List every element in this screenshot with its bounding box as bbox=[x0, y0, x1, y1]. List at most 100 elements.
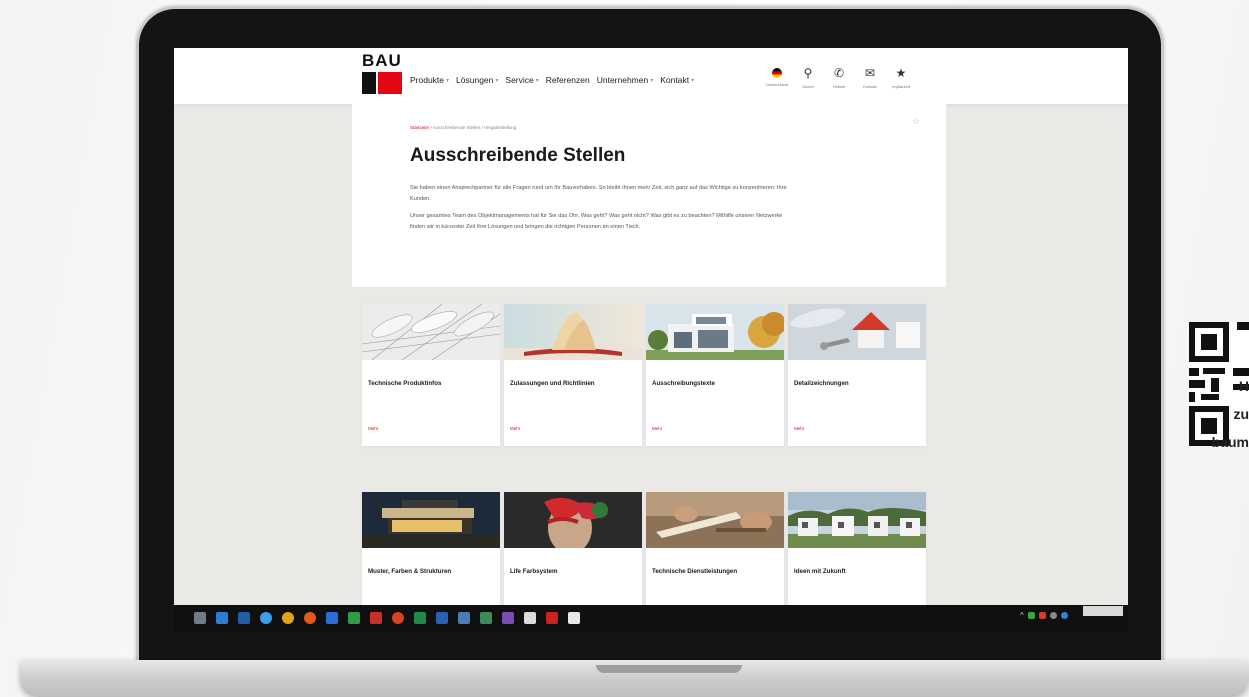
taskbar-app-icon[interactable] bbox=[568, 612, 580, 624]
nav-label: Referenzen bbox=[545, 75, 590, 85]
tile-image-face bbox=[504, 492, 642, 548]
nav-unternehmen[interactable]: Unternehmen ▾ bbox=[597, 75, 654, 85]
taskbar-app-icon[interactable] bbox=[216, 612, 228, 624]
tray-icon[interactable] bbox=[1049, 612, 1057, 619]
tile-title: Technische Produktinfos bbox=[368, 380, 442, 387]
logo-text: BAU bbox=[362, 51, 402, 70]
promo-line: H bbox=[1238, 378, 1249, 394]
tray-icon[interactable] bbox=[1027, 612, 1035, 619]
baumit-logo[interactable]: BAU bbox=[362, 51, 404, 96]
word-icon[interactable] bbox=[436, 612, 448, 624]
tile-more-link[interactable]: Mehr bbox=[794, 426, 804, 431]
tile-detailzeichnungen[interactable]: Detailzeichnungen Mehr bbox=[788, 304, 926, 446]
page-title: Ausschreibende Stellen bbox=[410, 145, 626, 166]
tray-clock[interactable] bbox=[1083, 606, 1123, 616]
tile-title: Zulassungen und Richtlinien bbox=[510, 380, 595, 387]
nav-label: Kontakt bbox=[660, 75, 690, 85]
nav-loesungen[interactable]: Lösungen ▾ bbox=[456, 75, 498, 85]
taskbar-app-icon[interactable] bbox=[194, 612, 206, 624]
intro-card: Startseite › Ausschreibende Stellen / Ve… bbox=[352, 104, 946, 287]
tray-icon[interactable] bbox=[1038, 612, 1046, 619]
tile-title: Ideen mit Zukunft bbox=[794, 568, 846, 575]
firefox-browser-icon[interactable] bbox=[304, 612, 316, 624]
taskbar-apps bbox=[194, 612, 580, 624]
taskbar-app-icon[interactable] bbox=[326, 612, 338, 624]
util-label: Kontakt bbox=[863, 84, 877, 89]
tile-title: Muster, Farben & Strukturen bbox=[368, 568, 452, 575]
tile-title: Technische Dienstleistungen bbox=[652, 568, 738, 575]
promo-line: baum bbox=[1211, 434, 1249, 450]
nav-referenzen[interactable]: Referenzen bbox=[546, 75, 590, 85]
tile-more-link[interactable]: Mehr bbox=[368, 426, 378, 431]
side-promo-text: H zu baum bbox=[1160, 372, 1249, 456]
util-hotline[interactable]: ✆ Hotline bbox=[826, 66, 852, 89]
nav-kontakt[interactable]: Kontakt ▾ bbox=[660, 75, 694, 85]
edge-browser-icon[interactable] bbox=[260, 612, 272, 624]
acrobat-icon[interactable] bbox=[546, 612, 558, 624]
taskbar-app-icon[interactable] bbox=[458, 612, 470, 624]
nav-produkte[interactable]: Produkte ▾ bbox=[410, 75, 449, 85]
tile-technische-produktinfos[interactable]: Technische Produktinfos Mehr bbox=[362, 304, 500, 446]
bookmark-star-icon[interactable]: ☆ bbox=[912, 116, 920, 127]
tile-image-book bbox=[504, 304, 642, 360]
promo-line: zu bbox=[1233, 406, 1249, 422]
tile-title: Ausschreibungstexte bbox=[652, 380, 715, 387]
tile-zulassungen[interactable]: Zulassungen und Richtlinien Mehr bbox=[504, 304, 642, 446]
intro-paragraph: Unser gesamtes Team des Objektmanagement… bbox=[410, 213, 783, 230]
util-country[interactable]: Deutschland bbox=[764, 66, 790, 89]
model-house-image bbox=[788, 304, 926, 360]
breadcrumb-current: Ausschreibende Stellen / Vergabestellung bbox=[432, 125, 517, 130]
mail-icon: ✉ bbox=[864, 66, 876, 80]
breadcrumb-home[interactable]: Startseite bbox=[410, 125, 429, 130]
util-label: Suche bbox=[802, 84, 814, 89]
tile-title: Detailzeichnungen bbox=[794, 380, 849, 387]
tile-image-house bbox=[646, 304, 784, 360]
logo-black-block bbox=[362, 72, 376, 94]
taskbar-app-icon[interactable] bbox=[480, 612, 492, 624]
tile-more-link[interactable]: Mehr bbox=[652, 426, 662, 431]
chevron-down-icon: ▾ bbox=[495, 77, 499, 84]
houses-row-image bbox=[788, 492, 926, 548]
blueprints-image bbox=[362, 304, 500, 360]
utility-navigation: Deutschland ⚲ Suche ✆ Hotline ✉ Kontakt … bbox=[764, 66, 914, 89]
util-label: myBaumit bbox=[892, 84, 910, 89]
excel-icon[interactable] bbox=[414, 612, 426, 624]
nav-label: Service bbox=[505, 75, 534, 85]
laptop-notch bbox=[596, 665, 742, 673]
tile-ausschreibungstexte[interactable]: Ausschreibungstexte Mehr bbox=[646, 304, 784, 446]
chevron-up-icon[interactable]: ^ bbox=[1020, 611, 1024, 620]
taskbar-app-icon[interactable] bbox=[370, 612, 382, 624]
photos-icon[interactable] bbox=[524, 612, 536, 624]
system-tray: ^ bbox=[1020, 611, 1068, 620]
util-mybaumit[interactable]: ★ myBaumit bbox=[888, 66, 914, 89]
onenote-icon[interactable] bbox=[502, 612, 514, 624]
util-search[interactable]: ⚲ Suche bbox=[795, 66, 821, 89]
flag-icon bbox=[772, 68, 782, 78]
taskbar-app-icon[interactable] bbox=[238, 612, 250, 624]
intro-paragraph: Sie haben einen Ansprechpartner für alle… bbox=[410, 185, 787, 202]
util-label: Hotline bbox=[832, 84, 846, 89]
taskbar-app-icon[interactable] bbox=[392, 612, 404, 624]
tile-image-night-house bbox=[362, 492, 500, 548]
intro-text: Sie haben einen Ansprechpartner für alle… bbox=[410, 183, 790, 233]
night-house-image bbox=[362, 492, 500, 548]
tile-more-link[interactable]: Mehr bbox=[510, 426, 520, 431]
logo-red-block bbox=[378, 72, 402, 94]
main-navigation: Produkte ▾ Lösungen ▾ Service ▾ Referenzen … bbox=[410, 75, 694, 85]
tray-icon[interactable] bbox=[1060, 612, 1068, 619]
chrome-browser-icon[interactable] bbox=[282, 612, 294, 624]
breadcrumb: Startseite › Ausschreibende Stellen / Ve… bbox=[410, 125, 516, 130]
chevron-down-icon: ▾ bbox=[691, 77, 695, 84]
chevron-down-icon: ▾ bbox=[446, 77, 450, 84]
util-contact[interactable]: ✉ Kontakt bbox=[857, 66, 883, 89]
taskbar: ^ bbox=[174, 605, 1128, 633]
chevron-down-icon: ▾ bbox=[535, 77, 539, 84]
tile-image-workshop bbox=[646, 492, 784, 548]
search-icon: ⚲ bbox=[803, 66, 813, 80]
util-label: Deutschland bbox=[765, 82, 789, 87]
nav-service[interactable]: Service ▾ bbox=[505, 75, 538, 85]
taskbar-app-icon[interactable] bbox=[348, 612, 360, 624]
modern-house-image bbox=[646, 304, 784, 360]
chevron-down-icon: ▾ bbox=[650, 77, 654, 84]
phone-icon: ✆ bbox=[833, 66, 845, 80]
